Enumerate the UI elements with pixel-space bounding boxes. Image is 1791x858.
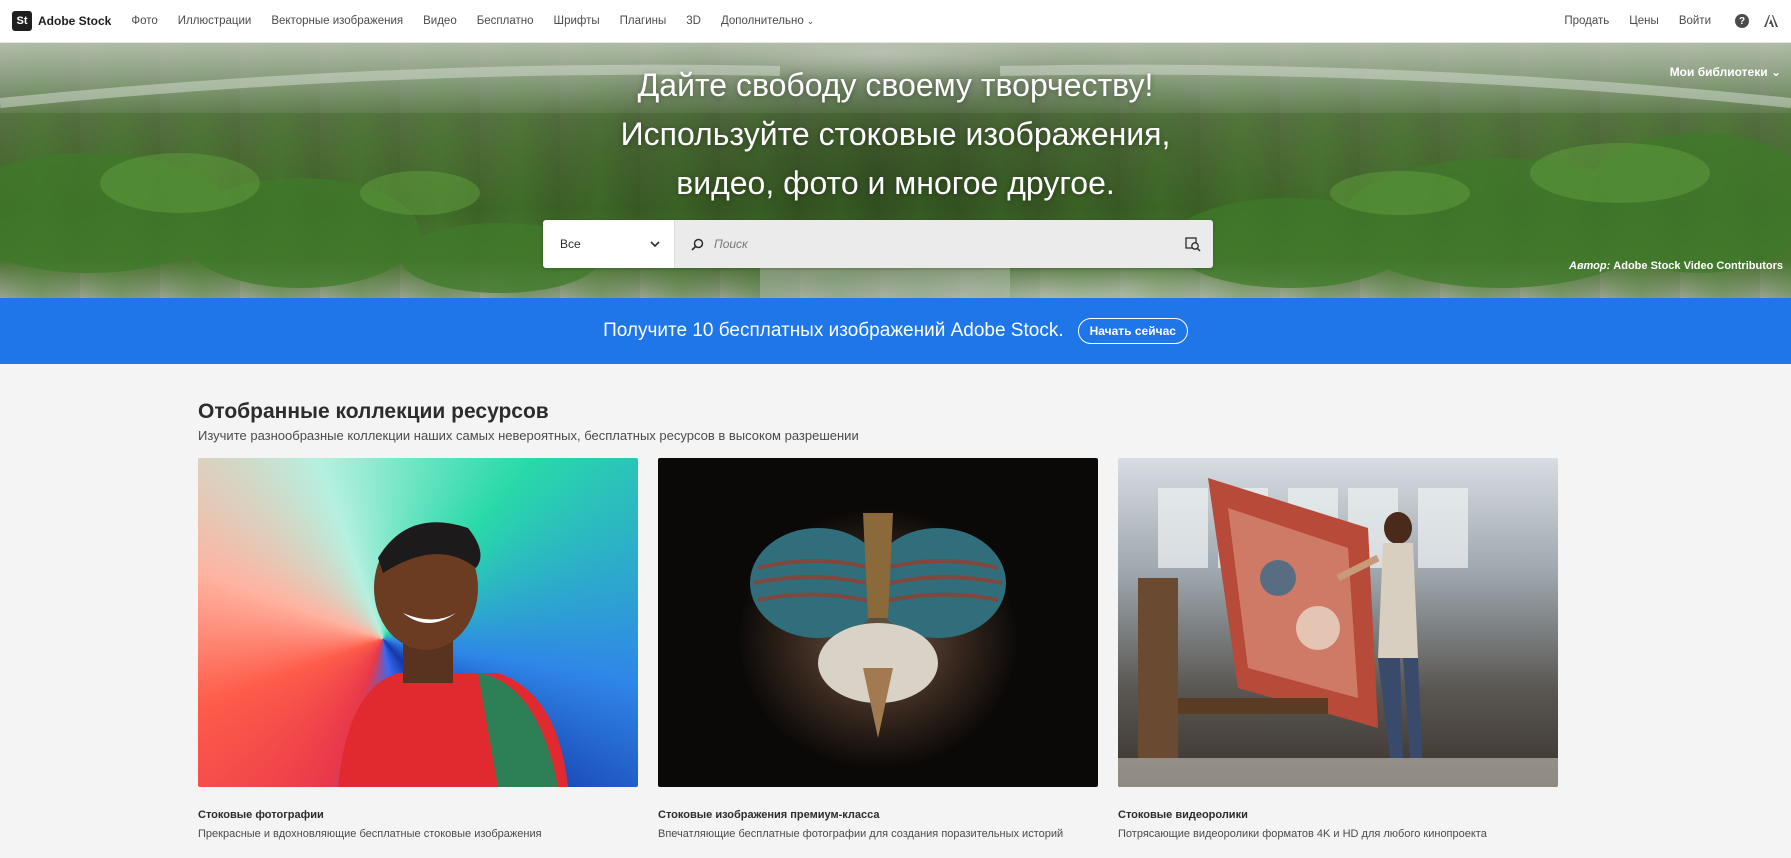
nav-item-vectors[interactable]: Векторные изображения bbox=[271, 15, 403, 27]
credit-name[interactable]: Adobe Stock Video Contributors bbox=[1613, 260, 1783, 272]
nav-more-label: Дополнительно bbox=[720, 15, 804, 27]
collections-title: Отобранные коллекции ресурсов bbox=[198, 400, 549, 423]
card-image-insect-macro[interactable] bbox=[658, 458, 1098, 787]
card-description: Прекрасные и вдохновляющие бесплатные ст… bbox=[198, 828, 542, 840]
chevron-down-icon: ⌄ bbox=[1770, 65, 1781, 79]
top-nav: St Adobe Stock Фото Иллюстрации Векторны… bbox=[0, 0, 1791, 43]
search-icon bbox=[691, 238, 704, 251]
nav-item-plugins[interactable]: Плагины bbox=[620, 15, 667, 27]
collection-card-premium-images[interactable]: Стоковые изображения премиум-класса Впеч… bbox=[658, 458, 1098, 858]
collection-cards: Стоковые фотографии Прекрасные и вдохнов… bbox=[198, 458, 1560, 858]
nav-right: Продать Цены Войти ? bbox=[1544, 14, 1779, 28]
visual-search-icon[interactable] bbox=[1185, 236, 1201, 252]
nav-item-video[interactable]: Видео bbox=[423, 15, 457, 27]
card-image-painter-studio[interactable] bbox=[1118, 458, 1558, 787]
card-title[interactable]: Стоковые фотографии bbox=[198, 809, 638, 821]
collection-card-stock-photos[interactable]: Стоковые фотографии Прекрасные и вдохнов… bbox=[198, 458, 638, 858]
nav-item-3d[interactable]: 3D bbox=[686, 15, 701, 27]
collections-subtitle: Изучите разнообразные коллекции наших са… bbox=[198, 428, 859, 443]
collection-card-stock-videos[interactable]: Стоковые видеоролики Потрясающие видеоро… bbox=[1118, 458, 1558, 858]
chevron-down-icon bbox=[650, 240, 660, 247]
promo-banner: Получите 10 бесплатных изображений Adobe… bbox=[0, 298, 1791, 364]
hero-title-line-2: Используйте стоковые изображения, bbox=[620, 116, 1171, 152]
search-input[interactable] bbox=[714, 237, 1185, 251]
card-description: Впечатляющие бесплатные фотографии для с… bbox=[658, 828, 1064, 840]
brand-name[interactable]: Adobe Stock bbox=[38, 14, 111, 28]
image-credit: Автор: Adobe Stock Video Contributors bbox=[1569, 260, 1783, 272]
adobe-apps-icon[interactable] bbox=[1763, 14, 1779, 28]
card-description: Потрясающие видеоролики форматов 4K и HD… bbox=[1118, 828, 1487, 840]
promo-text: Получите 10 бесплатных изображений Adobe… bbox=[603, 320, 1064, 341]
my-libraries-label: Мои библиотеки bbox=[1669, 65, 1768, 79]
adobe-stock-logo-icon[interactable]: St bbox=[12, 11, 32, 31]
studio-illustration bbox=[1118, 478, 1558, 787]
brand[interactable]: St Adobe Stock bbox=[12, 11, 111, 31]
card-title[interactable]: Стоковые изображения премиум-класса bbox=[658, 809, 1098, 821]
sell-link[interactable]: Продать bbox=[1564, 15, 1609, 27]
hero-title-line-3: видео, фото и многое другое. bbox=[676, 165, 1115, 201]
pricing-link[interactable]: Цены bbox=[1629, 15, 1659, 27]
nav-item-fonts[interactable]: Шрифты bbox=[554, 15, 600, 27]
search-category-value: Все bbox=[560, 237, 581, 251]
help-icon[interactable]: ? bbox=[1735, 14, 1749, 28]
nav-item-illustrations[interactable]: Иллюстрации bbox=[178, 15, 252, 27]
portrait-illustration bbox=[338, 522, 568, 787]
search-bar: Все bbox=[543, 220, 1213, 268]
search-category-select[interactable]: Все bbox=[543, 220, 675, 268]
nav-item-more[interactable]: Дополнительно ⌄ bbox=[721, 15, 814, 27]
nav-item-free[interactable]: Бесплатно bbox=[477, 15, 534, 27]
collections-header: Отобранные коллекции ресурсов Изучите ра… bbox=[198, 400, 1560, 443]
card-image-portrait[interactable] bbox=[198, 458, 638, 787]
start-now-button[interactable]: Начать сейчас bbox=[1077, 318, 1188, 344]
card-title[interactable]: Стоковые видеоролики bbox=[1118, 809, 1558, 821]
chevron-down-icon: ⌄ bbox=[806, 15, 815, 26]
hero-title-line-1: Дайте свободу своему творчеству! bbox=[637, 67, 1154, 103]
hero-banner: Дайте свободу своему творчеству! Использ… bbox=[0, 43, 1791, 298]
nav-item-photo[interactable]: Фото bbox=[131, 15, 157, 27]
insect-illustration bbox=[750, 513, 1006, 738]
my-libraries-button[interactable]: Мои библиотеки ⌄ bbox=[1670, 65, 1781, 79]
hero-title: Дайте свободу своему творчеству! Использ… bbox=[0, 61, 1791, 208]
search-input-wrap bbox=[675, 220, 1213, 268]
login-link[interactable]: Войти bbox=[1679, 15, 1711, 27]
credit-prefix: Автор: bbox=[1569, 260, 1611, 272]
